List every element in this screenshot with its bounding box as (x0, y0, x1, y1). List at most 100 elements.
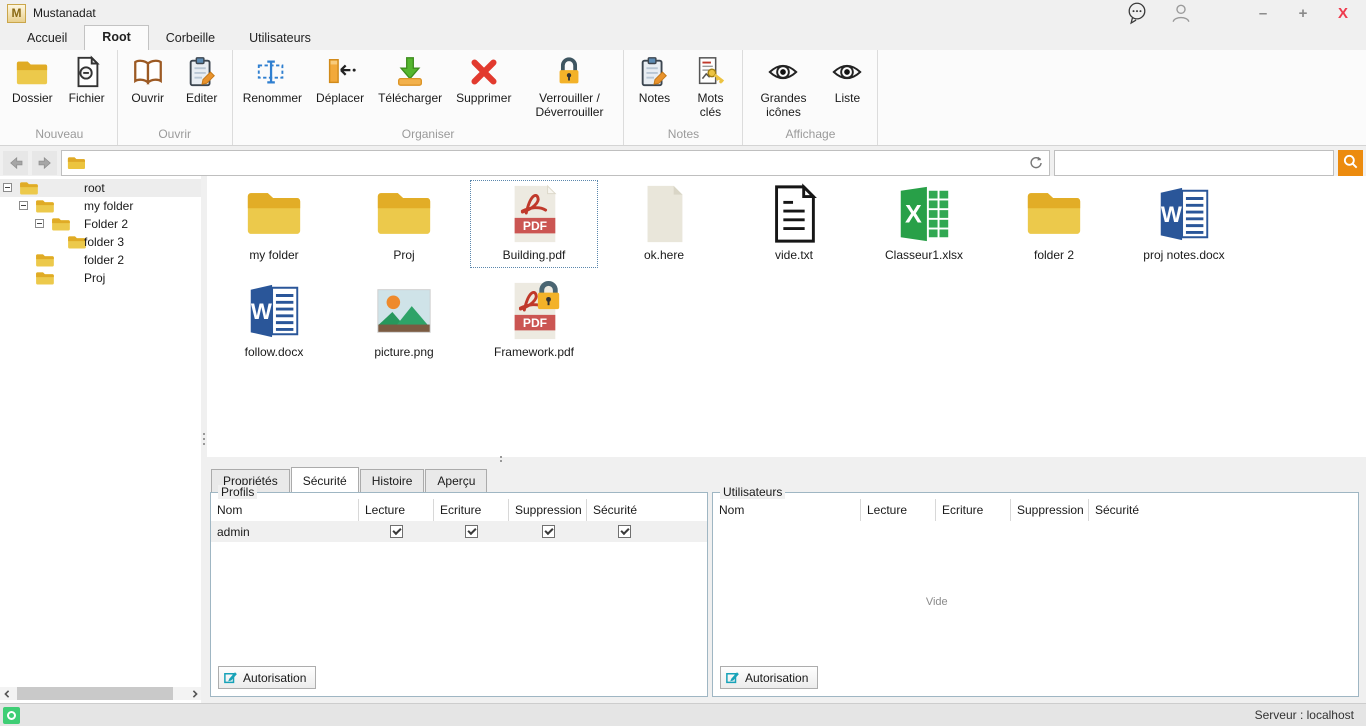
file-item-picture-png[interactable]: picture.png (340, 277, 468, 365)
file-name: Classeur1.xlsx (885, 248, 963, 262)
large-icons-button[interactable]: Grandes icônes (746, 51, 820, 119)
collapse-icon[interactable] (35, 219, 44, 228)
tree-item-folder-2[interactable]: folder 2 (0, 251, 201, 269)
tab-corbeille[interactable]: Corbeille (149, 27, 232, 50)
ribbon-button-label: Déplacer (316, 91, 364, 105)
utilisateurs-groupbox: Utilisateurs Nom Lecture Ecriture Suppre… (712, 492, 1359, 697)
file-item-classeur1-xlsx[interactable]: X Classeur1.xlsx (860, 180, 988, 268)
profile-name: admin (211, 525, 359, 539)
scroll-right-icon[interactable] (188, 687, 201, 700)
file-item-building-pdf[interactable]: PDF Building.pdf (470, 180, 598, 268)
server-status-text: Serveur : localhost (1255, 708, 1354, 722)
lock-unlock-button[interactable]: Verrouiller / Déverrouiller (518, 51, 620, 119)
download-button[interactable]: Télécharger (371, 51, 449, 105)
folder-icon (51, 217, 70, 231)
tree-item-root[interactable]: root (0, 179, 201, 197)
file-item-vide-txt[interactable]: vide.txt (730, 180, 858, 268)
column-header-nom[interactable]: Nom (211, 499, 359, 521)
tab-utilisateurs[interactable]: Utilisateurs (232, 27, 328, 50)
column-header-ecriture[interactable]: Ecriture (434, 499, 509, 521)
open-book-icon (131, 55, 165, 89)
open-button[interactable]: Ouvrir (121, 51, 175, 105)
scrollbar-thumb[interactable] (17, 687, 173, 700)
notes-button[interactable]: Notes (627, 51, 681, 105)
file-item-ok-here[interactable]: ok.here (600, 180, 728, 268)
folder-tree: root my folder Folder 2 folder 3 (0, 176, 201, 703)
checkbox-ecriture[interactable] (465, 525, 478, 538)
rename-icon (255, 55, 289, 89)
tree-horizontal-scrollbar[interactable] (0, 687, 201, 700)
tab-accueil[interactable]: Accueil (10, 27, 84, 50)
vertical-splitter-grip[interactable] (203, 433, 205, 435)
column-header-lecture[interactable]: Lecture (861, 499, 936, 521)
file-item-proj[interactable]: Proj (340, 180, 468, 268)
tab-root[interactable]: Root (84, 25, 148, 50)
user-account-icon[interactable] (1170, 2, 1192, 24)
file-item-folder-2[interactable]: folder 2 (990, 180, 1118, 268)
profils-groupbox: Profils Nom Lecture Ecriture Suppression… (210, 492, 708, 697)
ribbon-group-label: Affichage (746, 126, 874, 145)
file-icon (633, 183, 695, 245)
table-row-admin[interactable]: admin (211, 521, 707, 542)
keywords-button[interactable]: Mots clés (681, 51, 739, 119)
connection-status-icon (3, 707, 20, 724)
column-header-suppression[interactable]: Suppression (1011, 499, 1089, 521)
scroll-left-icon[interactable] (0, 687, 13, 700)
path-field[interactable] (61, 150, 1050, 176)
edit-clipboard-icon (185, 55, 219, 89)
column-header-securite[interactable]: Sécurité (587, 499, 707, 521)
collapse-icon[interactable] (19, 201, 28, 210)
file-name: vide.txt (775, 248, 813, 262)
autorisation-button-utilisateurs[interactable]: Autorisation (720, 666, 818, 689)
ribbon-group-nouveau: Dossier Fichier Nouveau (2, 50, 118, 145)
delete-button[interactable]: Supprimer (449, 51, 518, 105)
file-item-my-folder[interactable]: my folder (210, 180, 338, 268)
maximize-button[interactable]: + (1294, 5, 1312, 22)
column-header-ecriture[interactable]: Ecriture (936, 499, 1011, 521)
svg-text:X: X (905, 201, 922, 229)
minimize-button[interactable]: – (1254, 5, 1272, 22)
refresh-icon[interactable] (1028, 155, 1044, 171)
chat-icon[interactable] (1126, 2, 1148, 24)
search-input[interactable] (1054, 150, 1334, 176)
column-header-securite[interactable]: Sécurité (1089, 499, 1358, 521)
main-tab-bar: Accueil Root Corbeille Utilisateurs (0, 26, 1366, 50)
collapse-icon[interactable] (3, 183, 12, 192)
folder-icon (67, 156, 85, 170)
table-header: Nom Lecture Ecriture Suppression Sécurit… (211, 499, 707, 521)
file-item-proj-notes-docx[interactable]: W proj notes.docx (1120, 180, 1248, 268)
checkbox-lecture[interactable] (390, 525, 403, 538)
autorisation-button-profils[interactable]: Autorisation (218, 666, 316, 689)
forward-button[interactable] (32, 151, 57, 175)
back-button[interactable] (3, 151, 28, 175)
new-file-button[interactable]: Fichier (60, 51, 114, 105)
file-name: my folder (249, 248, 298, 262)
horizontal-splitter-grip[interactable] (500, 456, 502, 458)
file-name: folder 2 (1034, 248, 1074, 262)
tab-histoire[interactable]: Histoire (360, 469, 425, 492)
tree-item-my-folder[interactable]: my folder (0, 197, 201, 215)
tree-item-folder-2-nested[interactable]: Folder 2 (0, 215, 201, 233)
file-item-framework-pdf[interactable]: PDF Framework.pdf (470, 277, 598, 365)
tab-apercu[interactable]: Aperçu (425, 469, 487, 492)
checkbox-securite[interactable] (618, 525, 631, 538)
move-button[interactable]: Déplacer (309, 51, 371, 105)
folder-icon (35, 271, 54, 285)
tab-securite[interactable]: Sécurité (291, 467, 359, 492)
file-item-follow-docx[interactable]: W follow.docx (210, 277, 338, 365)
column-header-lecture[interactable]: Lecture (359, 499, 434, 521)
list-view-button[interactable]: Liste (820, 51, 874, 105)
column-header-suppression[interactable]: Suppression (509, 499, 587, 521)
checkbox-suppression[interactable] (542, 525, 555, 538)
rename-button[interactable]: Renommer (236, 51, 309, 105)
close-button[interactable]: X (1334, 5, 1352, 22)
tree-item-label: Folder 2 (84, 215, 128, 233)
edit-button[interactable]: Editer (175, 51, 229, 105)
button-label: Autorisation (745, 671, 808, 685)
column-header-nom[interactable]: Nom (713, 499, 861, 521)
tree-item-folder-3[interactable]: folder 3 (0, 233, 201, 251)
svg-text:W: W (251, 299, 272, 324)
new-folder-button[interactable]: Dossier (5, 51, 60, 105)
search-button[interactable] (1338, 150, 1363, 176)
tree-item-proj[interactable]: Proj (0, 269, 201, 287)
